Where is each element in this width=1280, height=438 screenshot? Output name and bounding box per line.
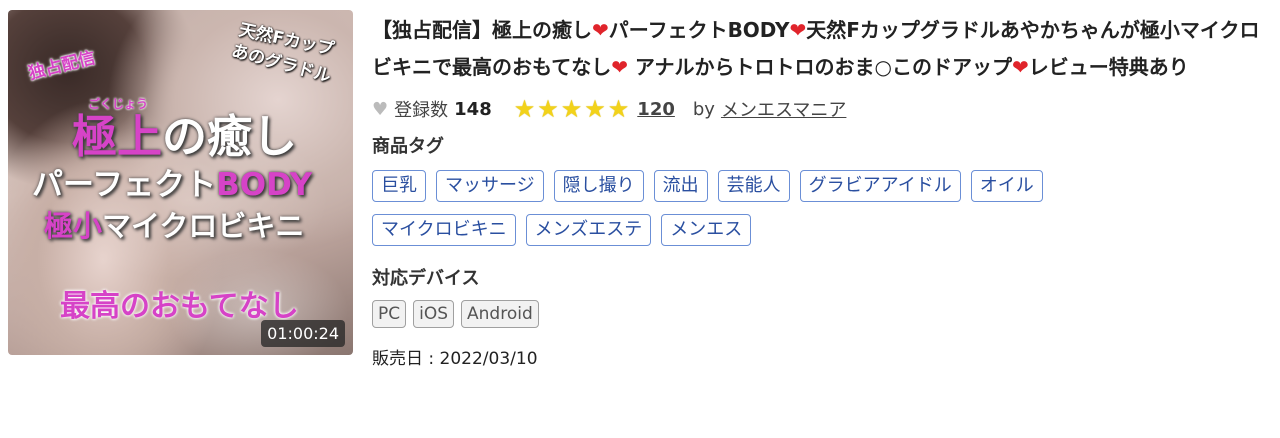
star-icon: ★ xyxy=(513,95,536,123)
review-count-link[interactable]: 120 xyxy=(637,99,675,120)
title-part-5: レビュー特典あり xyxy=(1028,55,1189,79)
device-badge: Android xyxy=(461,300,539,328)
product-title[interactable]: 【独占配信】極上の癒し❤パーフェクトBODY❤天然Fカップグラドルあやかちゃんが… xyxy=(372,12,1272,86)
tag-item[interactable]: 流出 xyxy=(653,170,708,202)
thumbnail-text-gokujo: 極上の癒し xyxy=(72,114,297,159)
favorites-label: 登録数 xyxy=(394,100,449,121)
release-date: 販売日 : 2022/03/10 xyxy=(372,344,1272,369)
product-info: 【独占配信】極上の癒し❤パーフェクトBODY❤天然Fカップグラドルあやかちゃんが… xyxy=(372,12,1272,369)
meta-row: ♥ 登録数 148 ★ ★ ★ ★ ★ 120 by メンエスマニア xyxy=(372,96,1272,122)
device-badge: iOS xyxy=(413,300,455,328)
thumbnail-text-perfect-pink: BODY xyxy=(216,167,313,203)
heart-icon: ❤ xyxy=(611,55,628,79)
product-thumbnail[interactable]: 独占配信 天然Fカップ あのグラドル ごくじょう 極上の癒し パーフェクトBOD… xyxy=(8,10,353,355)
heart-icon: ❤ xyxy=(789,18,807,42)
by-label: by xyxy=(692,98,715,120)
release-label: 販売日 : xyxy=(372,349,440,369)
tag-item[interactable]: 隠し撮り xyxy=(553,170,644,202)
favorite-heart-icon[interactable]: ♥ xyxy=(372,99,388,120)
tag-item[interactable]: グラビアアイドル xyxy=(799,170,961,202)
product-card: 独占配信 天然Fカップ あのグラドル ごくじょう 極上の癒し パーフェクトBOD… xyxy=(0,0,1280,438)
thumbnail-text-perfect-white: パーフェクト xyxy=(32,167,217,203)
favorites-count: 148 xyxy=(454,98,492,120)
release-value: 2022/03/10 xyxy=(439,349,538,369)
tag-item[interactable]: メンエス xyxy=(661,214,752,246)
tag-item[interactable]: 芸能人 xyxy=(717,170,790,202)
thumbnail-text-saiko: 最高のおもてなし xyxy=(60,289,299,324)
tag-item[interactable]: 巨乳 xyxy=(372,170,426,202)
maker-link[interactable]: メンエスマニア xyxy=(721,96,846,122)
device-list: PC iOS Android xyxy=(372,300,1272,328)
star-icon: ★ xyxy=(584,95,606,123)
heart-icon: ❤ xyxy=(1011,55,1029,79)
title-part-4: アナルからトロトロのおま○このドアップ xyxy=(627,55,1012,79)
star-icon: ★ xyxy=(607,95,630,123)
tag-item[interactable]: マッサージ xyxy=(436,170,544,202)
tag-list: 巨乳 マッサージ 隠し撮り 流出 芸能人 グラビアアイドル オイル マイクロビキ… xyxy=(372,170,1152,246)
devices-label: 対応デバイス xyxy=(372,268,480,289)
thumbnail-text-gokujo-rest: の癒し xyxy=(162,110,298,163)
thumbnail-text-micro-pink: 極小 xyxy=(44,209,103,243)
heart-icon: ❤ xyxy=(592,18,609,42)
star-icon: ★ xyxy=(560,95,583,123)
thumbnail-text-micro-rest: マイクロビキニ xyxy=(102,209,305,243)
star-icon: ★ xyxy=(537,95,559,123)
thumbnail-text-perfect: パーフェクトBODY xyxy=(32,170,312,201)
title-part-1: 【独占配信】極上の癒し xyxy=(372,18,592,42)
device-badge: PC xyxy=(372,300,407,328)
tag-item[interactable]: オイル xyxy=(970,170,1043,202)
title-part-2: パーフェクトBODY xyxy=(608,18,790,42)
thumbnail-text-gokujo-pink: 極上 xyxy=(72,110,163,163)
rating-stars: ★ ★ ★ ★ ★ xyxy=(514,97,632,121)
tags-label: 商品タグ xyxy=(372,136,444,157)
tag-item[interactable]: メンズエステ xyxy=(525,214,652,246)
tag-item[interactable]: マイクロビキニ xyxy=(372,214,516,246)
thumbnail-text-micro: 極小マイクロビキニ xyxy=(44,212,304,241)
thumbnail-text-ruby: ごくじょう xyxy=(88,97,149,111)
duration-badge: 01:00:24 xyxy=(261,320,345,347)
